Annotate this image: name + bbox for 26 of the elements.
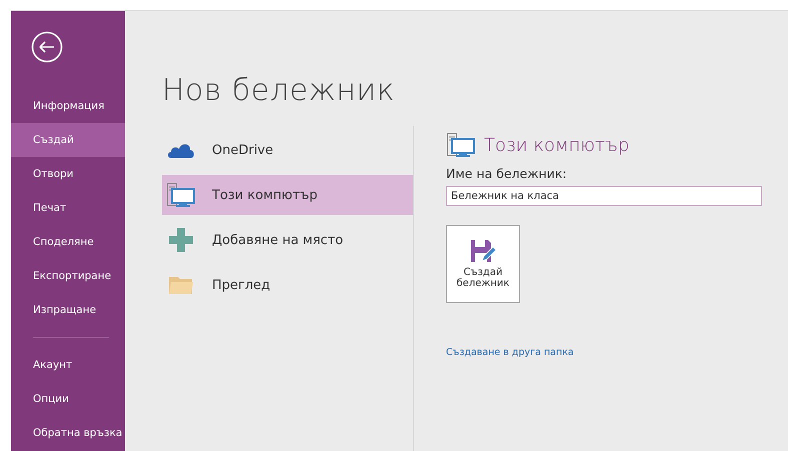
sidebar-item[interactable]: Споделяне [11, 225, 125, 259]
back-icon[interactable] [31, 31, 63, 63]
location-item[interactable]: Този компютър [162, 175, 413, 215]
sidebar-item[interactable]: Опции [11, 382, 125, 416]
create-notebook-button[interactable]: Създай бележник [446, 225, 520, 303]
field-label: Име на бележник: [446, 166, 567, 181]
location-item[interactable]: Преглед [162, 265, 413, 305]
sidebar-item[interactable]: Отвори [11, 157, 125, 191]
create-in-other-folder-link[interactable]: Създаване в друга папка [446, 347, 574, 358]
computer-icon [166, 182, 196, 208]
folder-icon [168, 275, 194, 295]
sidebar-item[interactable]: Създай [11, 123, 125, 157]
computer-icon [446, 132, 476, 158]
sidebar-item[interactable]: Информация [11, 89, 125, 123]
sidebar-item[interactable]: Печат [11, 191, 125, 225]
sidebar-item[interactable]: Акаунт [11, 348, 125, 382]
sidebar-item[interactable]: Изпращане [11, 293, 125, 327]
plus-icon [168, 227, 194, 253]
panel-heading: Този компютър [484, 134, 630, 156]
notebook-name-field[interactable]: Бележник на класа [446, 186, 762, 206]
page-title: Нов бележник [162, 73, 396, 108]
sidebar-item[interactable]: Обратна връзка [11, 416, 125, 450]
location-item[interactable]: Добавяне на място [162, 220, 413, 260]
location-item[interactable]: OneDrive [162, 130, 413, 170]
save-pencil-icon [470, 239, 496, 263]
sidebar-item[interactable]: Експортиране [11, 259, 125, 293]
